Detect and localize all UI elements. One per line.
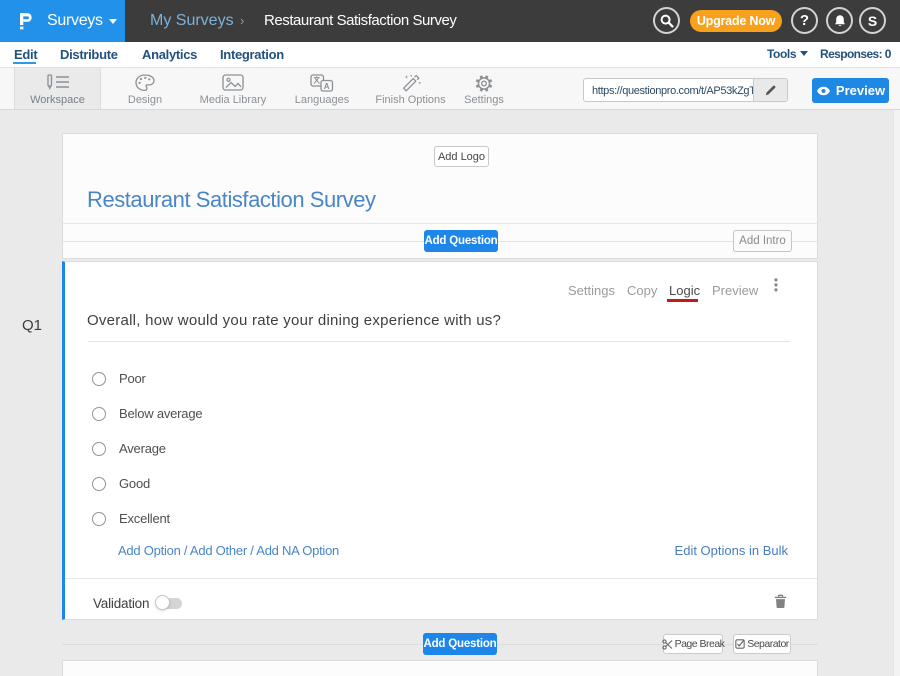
svg-text:A: A	[324, 82, 330, 91]
